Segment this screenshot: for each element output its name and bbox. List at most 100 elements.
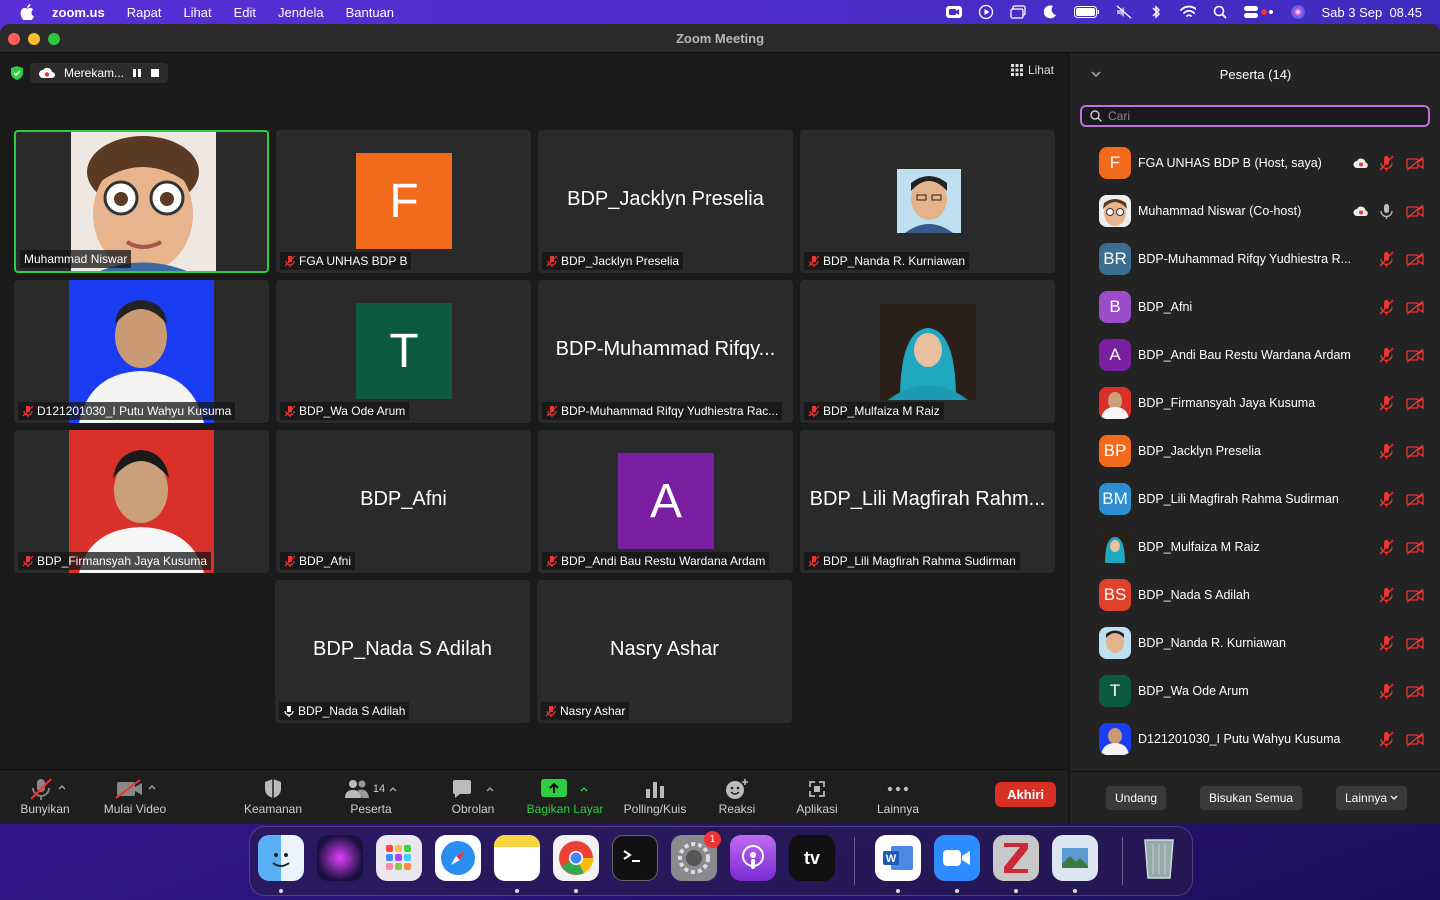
terminal-icon[interactable]: [612, 835, 658, 881]
menu-rapat[interactable]: Rapat: [127, 5, 162, 20]
encryption-shield-icon[interactable]: [10, 65, 24, 81]
participant-row[interactable]: BDP_Mulfaiza M Raiz: [1070, 523, 1440, 571]
recording-label: Merekam...: [64, 66, 125, 80]
participant-row[interactable]: B BDP_Afni: [1070, 283, 1440, 331]
participant-row[interactable]: BDP_Nanda R. Kurniawan: [1070, 619, 1440, 667]
view-button[interactable]: Lihat: [1010, 63, 1054, 77]
end-meeting-button[interactable]: Akhiri: [995, 782, 1056, 807]
panel-more-button[interactable]: Lainnya: [1336, 786, 1408, 810]
play-circle-icon[interactable]: [978, 4, 994, 20]
control-center-icon[interactable]: [1243, 4, 1274, 20]
menu-bantuan[interactable]: Bantuan: [346, 5, 394, 20]
menu-lihat[interactable]: Lihat: [183, 5, 211, 20]
polls-button[interactable]: Polling/Kuis: [610, 776, 700, 816]
avatar: A: [1099, 339, 1131, 371]
video-tile-andi-bau[interactable]: A BDP_Andi Bau Restu Wardana Ardam: [538, 430, 793, 573]
screen-mirror-icon[interactable]: [1009, 4, 1026, 20]
shield-icon: [265, 779, 281, 798]
system-preferences-icon[interactable]: 1: [671, 831, 721, 881]
participant-row[interactable]: D121201030_I Putu Wahyu Kusuma: [1070, 715, 1440, 763]
participant-name: BDP-Muhammad Rifqy Yudhiestra R...: [1138, 252, 1352, 266]
participant-row[interactable]: BR BDP-Muhammad Rifqy Yudhiestra R...: [1070, 235, 1440, 283]
participant-row[interactable]: A BDP_Andi Bau Restu Wardana Ardam: [1070, 331, 1440, 379]
participant-search-input[interactable]: Cari: [1080, 105, 1430, 127]
video-tile-wa-ode[interactable]: T BDP_Wa Ode Arum: [276, 280, 531, 423]
participant-row[interactable]: Muhammad Niswar (Co-host): [1070, 187, 1440, 235]
chevron-up-icon: [580, 787, 588, 792]
participant-row[interactable]: T BDP_Wa Ode Arum: [1070, 667, 1440, 715]
menu-app-name[interactable]: zoom.us: [52, 5, 105, 20]
chrome-icon[interactable]: [553, 835, 599, 881]
invite-button[interactable]: Undang: [1106, 786, 1167, 810]
security-button[interactable]: Keamanan: [228, 776, 318, 816]
reactions-button[interactable]: Reaksi: [692, 776, 782, 816]
safari-icon[interactable]: [435, 835, 481, 881]
mic-muted-icon: [22, 555, 34, 567]
apple-tv-icon[interactable]: tv: [789, 835, 835, 881]
video-tile-nada[interactable]: BDP_Nada S Adilah BDP_Nada S Adilah: [275, 580, 530, 723]
video-tile-afni[interactable]: BDP_Afni BDP_Afni: [276, 430, 531, 573]
apps-icon: [809, 781, 825, 797]
tile-name-label: FGA UNHAS BDP B: [280, 252, 412, 270]
bar-chart-icon: [646, 782, 664, 798]
video-tile-lili[interactable]: BDP_Lili Magfirah Rahm... BDP_Lili Magfi…: [800, 430, 1055, 573]
video-muted-icon: [1406, 636, 1424, 651]
participant-name: BDP_Wa Ode Arum: [1138, 684, 1249, 698]
zoom-icon[interactable]: [934, 835, 980, 881]
notes-icon[interactable]: [494, 835, 540, 881]
siri-menubar-icon[interactable]: [1290, 4, 1306, 20]
zotero-icon[interactable]: [993, 835, 1039, 881]
apple-icon[interactable]: [20, 4, 34, 20]
video-tile-mulfaiza[interactable]: BDP_Mulfaiza M Raiz: [800, 280, 1055, 423]
participants-button[interactable]: 14 Peserta: [326, 776, 416, 816]
battery-icon[interactable]: [1073, 4, 1100, 20]
panel-footer: Undang Bisukan Semua Lainnya: [1070, 771, 1440, 824]
finder-icon[interactable]: [258, 835, 304, 881]
spotlight-search-icon[interactable]: [1212, 4, 1228, 20]
wifi-icon[interactable]: [1179, 4, 1196, 20]
start-video-button[interactable]: Mulai Video: [90, 776, 180, 816]
video-muted-icon: [1406, 732, 1424, 747]
siri-icon[interactable]: [317, 835, 363, 881]
participant-row[interactable]: BS BDP_Nada S Adilah: [1070, 571, 1440, 619]
video-tile-fga-unhas[interactable]: F FGA UNHAS BDP B: [276, 130, 531, 273]
video-tile-jacklyn[interactable]: BDP_Jacklyn Preselia BDP_Jacklyn Preseli…: [538, 130, 793, 273]
cloud-record-icon: [1353, 158, 1368, 168]
podcasts-icon[interactable]: [730, 835, 776, 881]
menubar-clock[interactable]: Sab 3 Sep 08.45: [1322, 5, 1422, 20]
participant-row[interactable]: F FGA UNHAS BDP B (Host, saya): [1070, 139, 1440, 187]
apps-button[interactable]: Aplikasi: [772, 776, 862, 816]
video-tile-rifqy[interactable]: BDP-Muhammad Rifqy... BDP-Muhammad Rifqy…: [538, 280, 793, 423]
speaker-muted-icon[interactable]: [1116, 4, 1132, 20]
tile-display-name: BDP_Jacklyn Preselia: [567, 188, 764, 210]
video-tile-putu-wahyu[interactable]: D121201030_I Putu Wahyu Kusuma: [14, 280, 269, 423]
participant-row[interactable]: BM BDP_Lili Magfirah Rahma Sudirman: [1070, 475, 1440, 523]
participant-row[interactable]: BDP_Firmansyah Jaya Kusuma: [1070, 379, 1440, 427]
video-tile-firmansyah[interactable]: BDP_Firmansyah Jaya Kusuma: [14, 430, 269, 573]
video-tile-nasry[interactable]: Nasry Ashar Nasry Ashar: [537, 580, 792, 723]
preview-icon[interactable]: [1052, 835, 1098, 881]
participant-name: BDP_Andi Bau Restu Wardana Ardam: [1138, 348, 1351, 362]
menu-jendela[interactable]: Jendela: [278, 5, 324, 20]
trash-icon[interactable]: [1136, 835, 1182, 881]
unmute-button[interactable]: Bunyikan: [0, 776, 90, 816]
pause-recording-icon[interactable]: [132, 68, 142, 78]
video-tile-nanda[interactable]: BDP_Nanda R. Kurniawan: [800, 130, 1055, 273]
stop-recording-icon[interactable]: [150, 68, 160, 78]
launchpad-icon[interactable]: [376, 835, 422, 881]
tile-name-label: BDP-Muhammad Rifqy Yudhiestra Rac...: [542, 402, 783, 420]
bluetooth-icon[interactable]: [1148, 4, 1164, 20]
chevron-up-icon: [486, 787, 494, 792]
moon-icon[interactable]: [1042, 4, 1058, 20]
mute-all-button[interactable]: Bisukan Semua: [1200, 786, 1303, 810]
zoom-status-icon[interactable]: [945, 4, 962, 20]
share-screen-button[interactable]: Bagikan Layar: [520, 776, 610, 816]
video-tile-muhammad-niswar[interactable]: Muhammad Niswar: [14, 130, 269, 273]
mic-muted-icon: [1379, 635, 1394, 651]
chat-button[interactable]: Obrolan: [428, 776, 518, 816]
word-icon[interactable]: W: [875, 835, 921, 881]
participant-row[interactable]: BP BDP_Jacklyn Preselia: [1070, 427, 1440, 475]
menu-edit[interactable]: Edit: [234, 5, 256, 20]
more-button[interactable]: Lainnya: [853, 776, 943, 816]
video-muted-icon: [1406, 252, 1424, 267]
